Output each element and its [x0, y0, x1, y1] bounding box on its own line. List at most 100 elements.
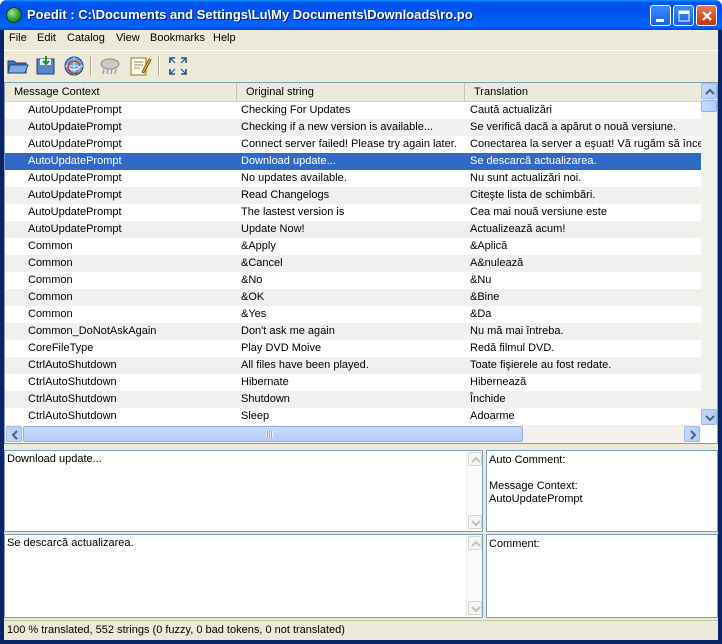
column-header-translation[interactable]: Translation: [465, 83, 701, 101]
source-panel-scrollbar[interactable]: [466, 451, 482, 531]
menu-bar: File Edit Catalog View Bookmarks Help: [4, 30, 718, 49]
cell-original: &Apply: [241, 240, 276, 252]
cell-translation: Toate fişierele au fost redate.: [470, 359, 612, 371]
cell-context: Common: [28, 308, 73, 320]
arrow-right-icon: [690, 430, 697, 440]
edit-comment-icon: [130, 57, 152, 76]
scroll-down-button[interactable]: [468, 515, 482, 529]
source-text: Download update...: [7, 453, 102, 465]
cell-translation: Adoarme: [470, 410, 515, 422]
list-body: AutoUpdatePrompt Checking For Updates Caut…: [5, 102, 701, 425]
cell-translation: &Aplică: [470, 240, 508, 252]
table-row[interactable]: Common &Apply &Aplică: [5, 238, 701, 255]
translation-text[interactable]: Se descarcă actualizarea.: [7, 537, 134, 550]
minimize-icon: [656, 19, 664, 22]
arrow-down-icon: [471, 606, 481, 613]
vertical-scroll-thumb[interactable]: [701, 100, 717, 112]
scroll-down-button[interactable]: [468, 601, 482, 615]
table-row[interactable]: AutoUpdatePrompt Read Changelogs Citeşte l…: [5, 187, 701, 204]
column-header-original[interactable]: Original string: [237, 83, 465, 101]
table-row[interactable]: Common &No &Nu: [5, 272, 701, 289]
cell-context: Common: [28, 274, 73, 286]
scroll-up-button[interactable]: [701, 83, 717, 99]
cell-original: &Cancel: [241, 257, 283, 269]
save-icon: [36, 56, 55, 75]
title-bar[interactable]: Poedit : C:\Documents and Settings\Lu\My…: [0, 0, 722, 30]
cell-translation: Caută actualizări: [470, 104, 552, 116]
cell-original: Shutdown: [241, 393, 290, 405]
auto-comment-panel: Auto Comment: Message Context: AutoUpdat…: [486, 450, 718, 532]
source-text-panel[interactable]: Download update...: [4, 450, 483, 532]
list-horizontal-scrollbar[interactable]: [5, 425, 701, 443]
table-row[interactable]: AutoUpdatePrompt Checking if a new versio…: [5, 119, 701, 136]
cell-translation: Se verifică dacă a apărut o nouă versiun…: [470, 121, 677, 133]
close-button[interactable]: [696, 5, 717, 26]
cell-translation: Nu mă mai întreba.: [470, 325, 564, 337]
message-context-label: Message Context:: [489, 480, 578, 492]
cell-original: Checking if a new version is available..…: [241, 121, 433, 133]
horizontal-scroll-thumb[interactable]: [23, 426, 523, 442]
scroll-up-button[interactable]: [468, 452, 482, 466]
menu-help[interactable]: Help: [211, 32, 238, 44]
window-title: Poedit : C:\Documents and Settings\Lu\My…: [27, 7, 473, 22]
table-row[interactable]: CoreFileType Play DVD Moive Redă filmul DV…: [5, 340, 701, 357]
cell-translation: &Nu: [470, 274, 492, 286]
column-header-context[interactable]: Message Context: [5, 83, 237, 101]
cell-context: AutoUpdatePrompt: [28, 223, 122, 235]
table-row[interactable]: CtrlAutoShutdown Shutdown Închide: [5, 391, 701, 408]
table-row[interactable]: Common_DoNotAskAgain Don't ask me again Nu…: [5, 323, 701, 340]
cell-context: AutoUpdatePrompt: [28, 155, 122, 167]
comment-panel[interactable]: Comment:: [486, 534, 718, 618]
scroll-up-button[interactable]: [468, 536, 482, 550]
table-row[interactable]: AutoUpdatePrompt Connect server failed! P…: [5, 136, 701, 153]
table-row[interactable]: Common &Yes &Da: [5, 306, 701, 323]
toolbar-separator: [158, 56, 160, 76]
thumb-grip: [266, 431, 273, 438]
poedit-app-icon: [6, 7, 22, 23]
cell-context: CtrlAutoShutdown: [28, 376, 117, 388]
cell-translation: Actualizează acum!: [470, 223, 566, 235]
cell-original: Checking For Updates: [241, 104, 351, 116]
table-row[interactable]: AutoUpdatePrompt Download update... Se des…: [5, 153, 701, 170]
fullscreen-button[interactable]: [166, 54, 190, 78]
minimize-button[interactable]: [650, 5, 671, 26]
validate-button[interactable]: [98, 54, 122, 78]
scroll-left-button[interactable]: [6, 426, 22, 442]
client-area: File Edit Catalog View Bookmarks Help Me…: [4, 30, 718, 640]
update-catalog-button[interactable]: [62, 54, 86, 78]
save-button[interactable]: [34, 54, 58, 78]
table-row[interactable]: AutoUpdatePrompt The lastest version is Ce…: [5, 204, 701, 221]
cell-translation: A&nulează: [470, 257, 524, 269]
translation-panel-scrollbar[interactable]: [466, 535, 482, 617]
table-row[interactable]: AutoUpdatePrompt No updates available. Nu …: [5, 170, 701, 187]
arrow-up-icon: [471, 540, 481, 547]
comment-label: Comment:: [489, 538, 540, 550]
table-row[interactable]: CtrlAutoShutdown All files have been play…: [5, 357, 701, 374]
cell-context: AutoUpdatePrompt: [28, 104, 122, 116]
list-vertical-scrollbar[interactable]: [701, 83, 717, 425]
cell-translation: Conectarea la server a eşuat! Vă rugăm s…: [470, 138, 701, 150]
open-button[interactable]: [6, 54, 30, 78]
table-row[interactable]: CtrlAutoShutdown Sleep Adoarme: [5, 408, 701, 425]
menu-bookmarks[interactable]: Bookmarks: [148, 32, 207, 44]
cell-original: Download update...: [241, 155, 336, 167]
close-icon: [702, 11, 712, 21]
menu-view[interactable]: View: [114, 32, 142, 44]
status-bar: 100 % translated, 552 strings (0 fuzzy, …: [4, 620, 718, 640]
maximize-button[interactable]: [673, 5, 694, 26]
translation-text-panel[interactable]: Se descarcă actualizarea.: [4, 534, 483, 618]
menu-catalog[interactable]: Catalog: [65, 32, 107, 44]
menu-file[interactable]: File: [7, 32, 29, 44]
menu-edit[interactable]: Edit: [35, 32, 58, 44]
cell-original: All files have been played.: [241, 359, 369, 371]
table-row[interactable]: Common &OK &Bine: [5, 289, 701, 306]
strings-list[interactable]: Message Context Original string Translat…: [4, 82, 718, 444]
table-row[interactable]: CtrlAutoShutdown Hibernate Hibernează: [5, 374, 701, 391]
scroll-right-button[interactable]: [684, 426, 700, 442]
table-row[interactable]: AutoUpdatePrompt Checking For Updates Caut…: [5, 102, 701, 119]
table-row[interactable]: AutoUpdatePrompt Update Now! Actualizează …: [5, 221, 701, 238]
app-window: Poedit : C:\Documents and Settings\Lu\My…: [0, 0, 722, 644]
edit-comment-button[interactable]: [128, 54, 152, 78]
table-row[interactable]: Common &Cancel A&nulează: [5, 255, 701, 272]
scroll-down-button[interactable]: [701, 409, 717, 425]
